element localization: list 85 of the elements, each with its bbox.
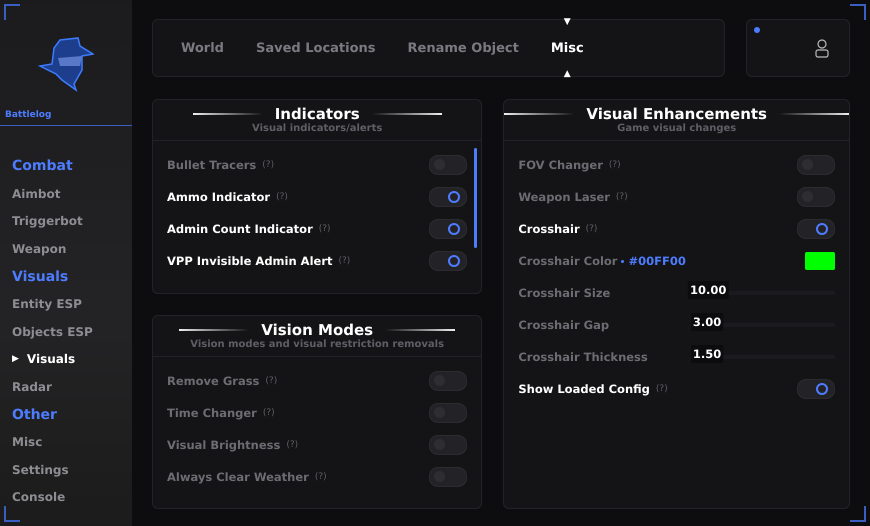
brand-label: Battlelog: [5, 110, 52, 120]
setting-label: Bullet Tracers: [167, 158, 256, 172]
panel-subtitle: Game visual changes: [617, 123, 736, 134]
toggle-switch[interactable]: [429, 219, 468, 239]
divider: [779, 113, 849, 115]
help-link[interactable]: (?): [262, 408, 275, 418]
help-link[interactable]: (?): [286, 440, 298, 450]
nav-item[interactable]: Triggerbot: [12, 208, 132, 235]
nav-item[interactable]: Console: [12, 484, 132, 511]
user-icon: [815, 38, 829, 58]
setting-label: Crosshair Thickness: [518, 350, 648, 364]
toggle-switch[interactable]: [429, 187, 468, 207]
setting-label: Visual Brightness: [167, 438, 280, 452]
tab[interactable]: World: [181, 19, 224, 77]
setting-label: Admin Count Indicator: [167, 222, 313, 236]
setting-label: Time Changer: [167, 406, 257, 420]
help-link[interactable]: (?): [265, 376, 278, 386]
user-panel[interactable]: [746, 19, 850, 77]
setting-label: Always Clear Weather: [167, 470, 309, 484]
scrollbar[interactable]: [474, 148, 478, 248]
divider: [192, 113, 263, 115]
help-link[interactable]: (?): [338, 256, 350, 266]
help-link[interactable]: (?): [616, 192, 628, 202]
tab[interactable]: Rename Object: [408, 19, 519, 77]
toggle-switch[interactable]: [797, 187, 835, 207]
nav-item[interactable]: Settings: [12, 456, 132, 484]
panel-title: Vision Modes: [261, 320, 374, 338]
nav-item[interactable]: Objects ESP: [12, 318, 132, 346]
setting-label: Ammo Indicator: [167, 190, 270, 204]
nav-item[interactable]: Radar: [12, 373, 132, 400]
hooded-figure-logo-icon: [38, 36, 94, 92]
toggle-switch[interactable]: [429, 370, 468, 390]
toggle-switch[interactable]: [429, 466, 468, 486]
divider: [385, 328, 456, 330]
help-link[interactable]: (?): [262, 160, 274, 170]
setting-label: Remove Grass: [167, 374, 260, 388]
value-tooltip: 10.00: [688, 281, 728, 299]
divider: [179, 328, 250, 330]
nav-section-title: Other: [12, 406, 58, 424]
help-link[interactable]: (?): [586, 224, 598, 234]
toggle-switch[interactable]: [429, 251, 468, 271]
pointer-icon: ▶: [12, 354, 19, 364]
help-link[interactable]: (?): [608, 160, 621, 170]
arrow-down-icon: ▼: [564, 17, 571, 27]
nav-item[interactable]: Misc: [12, 428, 132, 456]
nav-section-title: Visuals: [12, 268, 70, 286]
nav-item[interactable]: Weapon: [12, 235, 132, 262]
corner-bracket: [850, 4, 866, 20]
toggle-switch[interactable]: [797, 219, 835, 239]
toggle-switch[interactable]: [797, 155, 835, 175]
divider: [372, 113, 442, 115]
bullet-icon: [621, 260, 624, 262]
setting-label: Show Loaded Config: [518, 382, 650, 396]
toggle-switch[interactable]: [797, 379, 835, 399]
help-link[interactable]: (?): [314, 472, 327, 482]
setting-label: FOV Changer: [518, 158, 603, 172]
nav-item[interactable]: Aimbot: [12, 180, 132, 208]
toggle-switch[interactable]: [429, 402, 468, 422]
help-link[interactable]: (?): [318, 224, 331, 234]
tab[interactable]: Misc ▼ ▲: [550, 19, 584, 77]
setting-label: VPP Invisible Admin Alert: [167, 254, 332, 268]
color-value: #00FF00: [628, 254, 686, 268]
setting-label: Weapon Laser: [518, 190, 610, 204]
nav-item[interactable]: Entity ESP: [12, 290, 132, 318]
setting-label: Crosshair Size: [518, 286, 610, 300]
value-tooltip: 3.00: [690, 313, 724, 331]
help-link[interactable]: (?): [276, 192, 288, 202]
nav-item[interactable]: ▶ Visuals: [12, 346, 132, 373]
panel-subtitle: Vision modes and visual restriction removals: [190, 338, 444, 350]
value-tooltip: 1.50: [690, 345, 724, 363]
help-link[interactable]: (?): [656, 384, 668, 394]
divider: [504, 113, 574, 115]
panel-title: Visual Enhancements: [586, 105, 767, 123]
setting-label: Crosshair: [518, 222, 580, 236]
setting-label: Crosshair Gap: [518, 318, 610, 332]
toggle-switch[interactable]: [429, 155, 468, 175]
color-swatch[interactable]: [805, 252, 835, 270]
nav-section-title: Combat: [12, 157, 74, 176]
tab[interactable]: Saved Locations: [256, 19, 376, 77]
setting-label: Crosshair Color: [518, 254, 618, 268]
panel-title: Indicators: [274, 105, 360, 123]
toggle-switch[interactable]: [429, 434, 468, 454]
corner-bracket: [850, 506, 866, 522]
arrow-up-icon: ▲: [564, 69, 571, 79]
panel-subtitle: Visual indicators/alerts: [252, 123, 382, 134]
